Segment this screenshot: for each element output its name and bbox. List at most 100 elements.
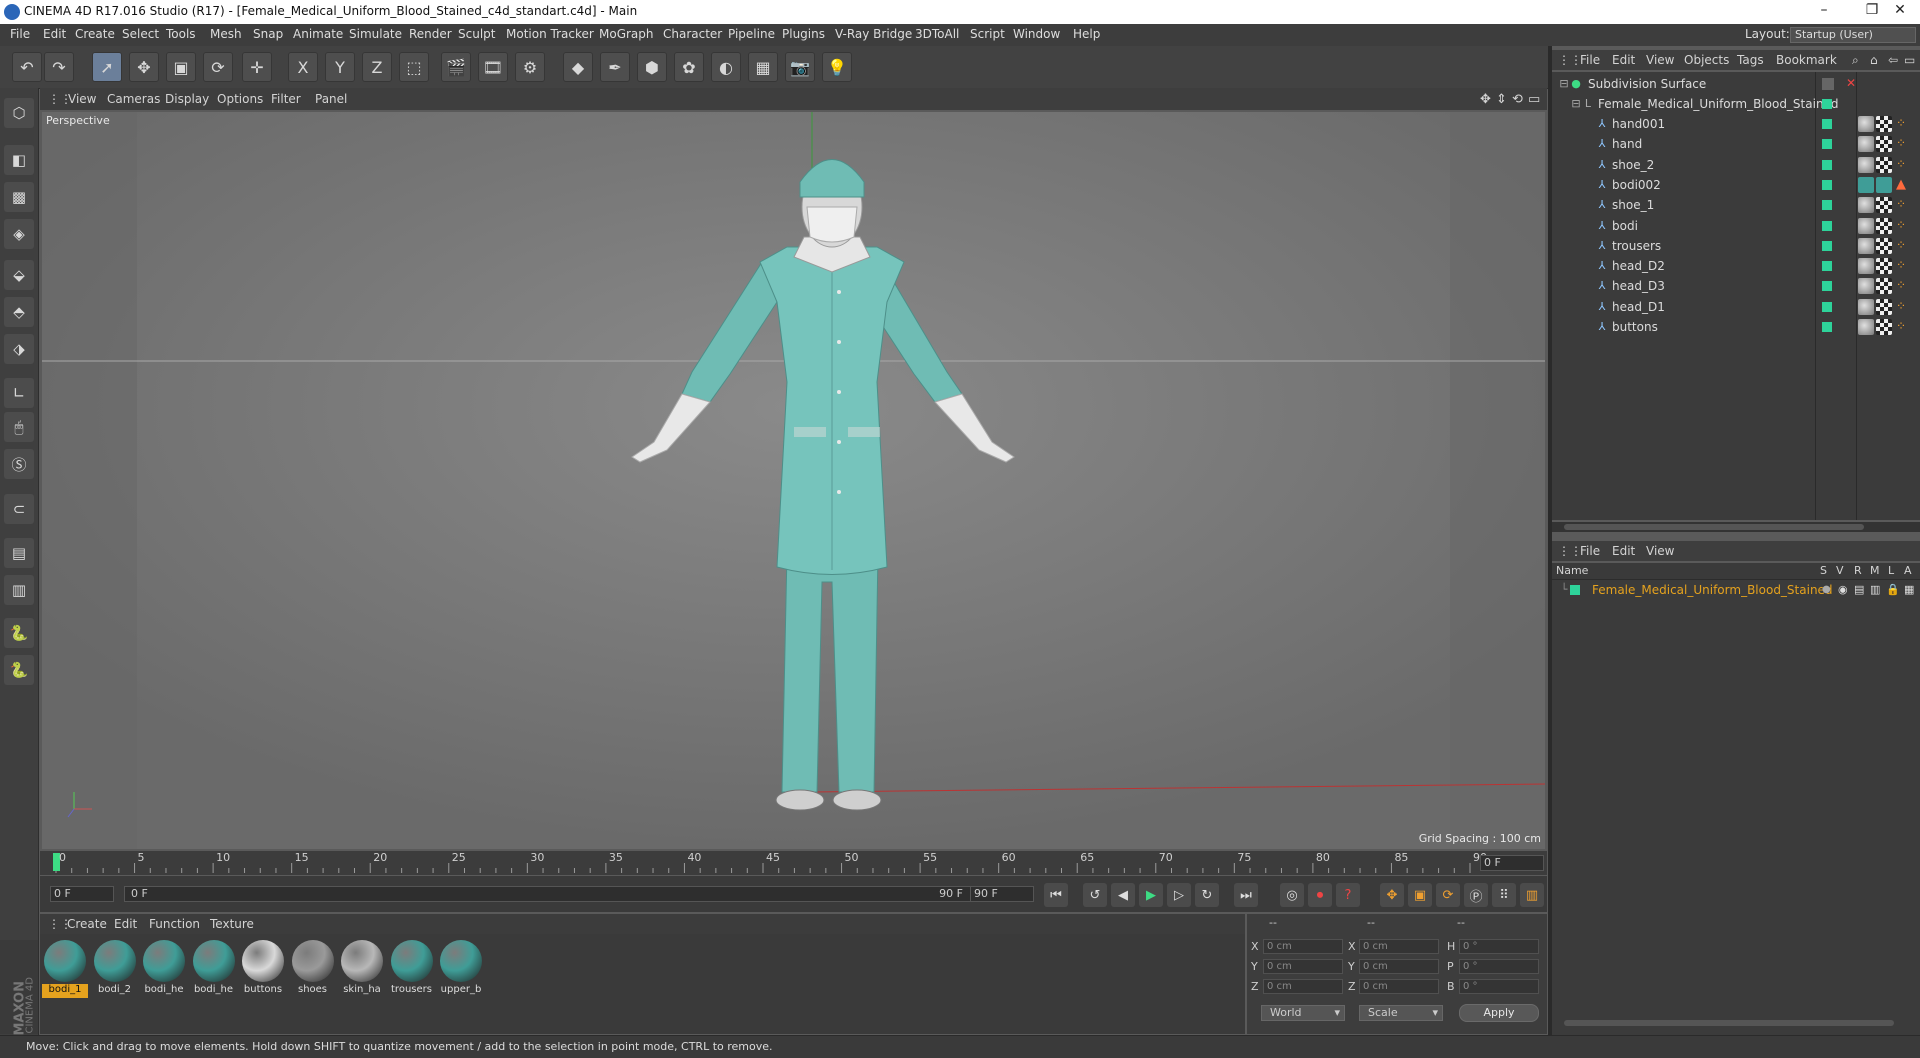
- material-swatch[interactable]: trousers: [389, 938, 435, 1000]
- edit-render-settings-icon[interactable]: ⚙: [515, 52, 545, 82]
- texture-tag-icon[interactable]: [1876, 298, 1892, 315]
- phong-tag-icon[interactable]: ⁘: [1896, 238, 1906, 252]
- scrollbar-thumb[interactable]: [1564, 524, 1864, 530]
- menu-select[interactable]: Select: [122, 27, 159, 41]
- material-menu-texture[interactable]: Texture: [210, 917, 254, 931]
- object-row-head_D3[interactable]: ⅄ head_D3 ⁘: [1552, 276, 1920, 296]
- object-row-head_D2[interactable]: ⅄ head_D2 ⁘: [1552, 256, 1920, 276]
- object-row-shoe_1[interactable]: ⅄ shoe_1 ⁘: [1552, 195, 1920, 215]
- timeline-window-icon[interactable]: ▥: [1520, 883, 1544, 907]
- material-tag-icon[interactable]: [1858, 197, 1874, 214]
- layer-menu-edit[interactable]: Edit: [1612, 544, 1635, 558]
- phong-tag-icon[interactable]: ⁘: [1896, 218, 1906, 232]
- viewport-zoom-icon[interactable]: ⇕: [1496, 92, 1507, 107]
- python-generator-icon[interactable]: 🐍: [4, 655, 34, 685]
- phong-tag-icon[interactable]: ⁘: [1896, 278, 1906, 292]
- layout-select[interactable]: Startup (User): [1790, 27, 1916, 43]
- phong-tag-icon[interactable]: ⁘: [1896, 197, 1906, 211]
- material-swatch[interactable]: bodi_1: [42, 938, 88, 1000]
- column-render[interactable]: R: [1854, 564, 1862, 577]
- object-menu-view[interactable]: View: [1646, 53, 1674, 67]
- texture-tag-icon[interactable]: [1876, 136, 1892, 153]
- apply-button[interactable]: Apply: [1459, 1004, 1539, 1022]
- object-menu-bookmark[interactable]: Bookmark: [1776, 53, 1837, 67]
- previous-frame-icon[interactable]: ◀: [1111, 883, 1135, 907]
- edges-mode-icon[interactable]: ⬘: [4, 297, 34, 327]
- home-icon[interactable]: ⌂: [1870, 53, 1878, 67]
- texture-mode-icon[interactable]: ▩: [4, 182, 34, 212]
- polygons-mode-icon[interactable]: ⬗: [4, 334, 34, 364]
- phong-tag-icon[interactable]: ⁘: [1896, 319, 1906, 333]
- animation-icon[interactable]: ▦: [1904, 583, 1914, 596]
- pos-x-field[interactable]: 0 cm: [1263, 939, 1343, 954]
- layer-row[interactable]: └ Female_Medical_Uniform_Blood_Stained ●…: [1552, 580, 1920, 600]
- menu-snap[interactable]: Snap: [253, 27, 283, 41]
- layer-color-swatch[interactable]: [1822, 322, 1832, 332]
- rot-h-field[interactable]: 0 °: [1459, 939, 1539, 954]
- viewport-menu-cameras[interactable]: Cameras: [107, 92, 160, 106]
- coordinate-space-select[interactable]: World ▾: [1261, 1005, 1345, 1021]
- model-mode-icon[interactable]: ◧: [4, 145, 34, 175]
- enable-toggle[interactable]: [1822, 78, 1834, 90]
- key-scale-icon[interactable]: ▣: [1408, 883, 1432, 907]
- texture-tag-icon[interactable]: [1876, 278, 1892, 295]
- column-view[interactable]: V: [1836, 564, 1844, 577]
- layer-menu-file[interactable]: File: [1580, 544, 1600, 558]
- menu-help[interactable]: Help: [1073, 27, 1100, 41]
- play-icon[interactable]: ▶: [1139, 883, 1163, 907]
- cube-primitive-icon[interactable]: ◆: [563, 52, 593, 82]
- viewport-move-icon[interactable]: ✥: [1480, 92, 1491, 107]
- material-tag-icon[interactable]: [1858, 176, 1874, 193]
- subdivision-surface-icon[interactable]: ⬢: [637, 52, 667, 82]
- layer-color-swatch[interactable]: [1822, 220, 1832, 231]
- current-frame-field[interactable]: 0 F: [1480, 855, 1544, 871]
- key-parameter-icon[interactable]: Ⓟ: [1464, 883, 1488, 907]
- size-x-field[interactable]: 0 cm: [1359, 939, 1439, 954]
- coordinate-system-icon[interactable]: ⬚: [399, 52, 429, 82]
- object-row-hand001[interactable]: ⅄ hand001 ⁘: [1552, 114, 1920, 134]
- material-swatch[interactable]: buttons: [240, 938, 286, 1000]
- object-row-trousers[interactable]: ⅄ trousers ⁘: [1552, 236, 1920, 256]
- material-swatch[interactable]: skin_ha: [339, 938, 385, 1000]
- render-icon[interactable]: ▤: [1854, 583, 1864, 596]
- next-frame-icon[interactable]: ▷: [1167, 883, 1191, 907]
- menu-character[interactable]: Character: [663, 27, 722, 41]
- layer-color-swatch[interactable]: [1822, 200, 1832, 211]
- menu-window[interactable]: Window: [1013, 27, 1060, 41]
- search-icon[interactable]: ⌕: [1852, 53, 1859, 68]
- material-swatch[interactable]: shoes: [290, 938, 336, 1000]
- menu-vray-bridge[interactable]: V-Ray Bridge: [835, 27, 912, 41]
- locked-workplane-icon[interactable]: ▥: [4, 575, 34, 605]
- viewport-rotate-icon[interactable]: ⟲: [1512, 92, 1523, 107]
- object-horizontal-scrollbar[interactable]: [1552, 522, 1920, 532]
- layer-color-swatch[interactable]: [1822, 281, 1832, 292]
- menu-mograph[interactable]: MoGraph: [599, 27, 654, 41]
- tweak-mode-icon[interactable]: 🖱: [4, 412, 34, 442]
- object-menu-objects[interactable]: Objects: [1684, 53, 1729, 67]
- texture-tag-icon[interactable]: [1876, 176, 1892, 193]
- column-manager[interactable]: M: [1870, 564, 1880, 577]
- material-swatch[interactable]: bodi_he: [191, 938, 237, 1000]
- phong-tag-icon[interactable]: ⁘: [1896, 157, 1906, 171]
- undo-icon[interactable]: ↶: [12, 52, 42, 82]
- menu-sculpt[interactable]: Sculpt: [458, 27, 495, 41]
- phong-tag-icon[interactable]: ⁘: [1896, 299, 1906, 313]
- live-selection-icon[interactable]: ➚: [92, 52, 122, 82]
- disabled-x-icon[interactable]: ✕: [1846, 76, 1856, 90]
- deformer-icon[interactable]: ◐: [711, 52, 741, 82]
- material-tag-icon[interactable]: [1858, 298, 1874, 315]
- menu-motion-tracker[interactable]: Motion Tracker: [506, 27, 594, 41]
- texture-tag-icon[interactable]: [1876, 237, 1892, 254]
- column-solo[interactable]: S: [1820, 564, 1827, 577]
- menu-simulate[interactable]: Simulate: [349, 27, 402, 41]
- layer-scrollbar-thumb[interactable]: [1564, 1020, 1894, 1026]
- material-tag-icon[interactable]: [1858, 136, 1874, 153]
- start-frame-field[interactable]: 0 F: [50, 886, 114, 902]
- menu-tools[interactable]: Tools: [166, 27, 196, 41]
- material-menu-create[interactable]: Create: [67, 917, 107, 931]
- material-swatch[interactable]: bodi_he: [141, 938, 187, 1000]
- size-z-field[interactable]: 0 cm: [1359, 979, 1439, 994]
- column-locked[interactable]: L: [1888, 564, 1894, 577]
- previous-key-icon[interactable]: ↺: [1083, 883, 1107, 907]
- material-tag-icon[interactable]: [1858, 258, 1874, 275]
